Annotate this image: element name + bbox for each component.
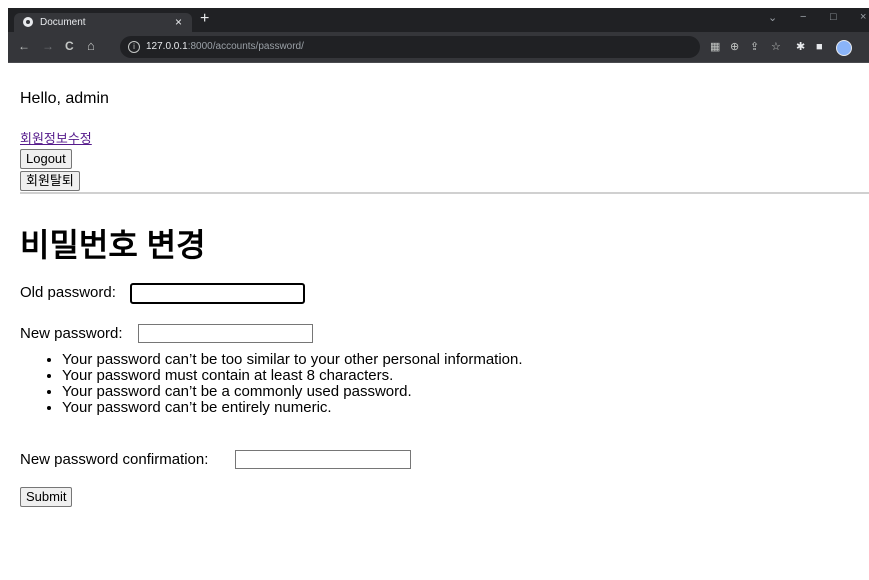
url-text: 127.0.0.1:8000/accounts/password/ — [146, 41, 304, 52]
new-password-input[interactable] — [138, 324, 313, 343]
zoom-icon[interactable]: ⊕ — [730, 42, 739, 53]
confirm-password-label: New password confirmation: — [20, 451, 209, 468]
url-host: 127.0.0.1 — [146, 41, 188, 52]
divider — [20, 192, 869, 194]
toolbar: ← → C ⌂ i 127.0.0.1:8000/accounts/passwo… — [8, 32, 869, 63]
forward-button[interactable]: → — [42, 40, 54, 52]
new-password-label: New password: — [20, 325, 123, 342]
close-window-button[interactable]: × — [860, 11, 866, 23]
browser-window: Document × + ⌄ − □ × ← → C ⌂ i 127.0.0.1… — [8, 8, 869, 580]
new-tab-button[interactable]: + — [200, 11, 209, 27]
withdraw-button[interactable]: 회원탈퇴 — [20, 171, 80, 191]
edit-profile-link[interactable]: 회원정보수정 — [20, 128, 92, 147]
share-icon[interactable]: ⇪ — [750, 42, 759, 53]
maximize-button[interactable]: □ — [830, 11, 837, 23]
tab-close-icon[interactable]: × — [175, 15, 182, 29]
url-path: :8000/accounts/password/ — [187, 41, 304, 52]
side-panel-icon[interactable]: ■ — [816, 42, 823, 53]
old-password-label: Old password: — [20, 284, 116, 301]
minimize-button[interactable]: − — [800, 11, 806, 23]
extensions-icon[interactable]: ✱ — [796, 42, 805, 53]
home-button[interactable]: ⌂ — [87, 39, 95, 52]
tab-strip: Document × + ⌄ − □ × — [8, 8, 869, 32]
page-title: 비밀번호 변경 — [20, 227, 206, 263]
tab-document[interactable]: Document × — [14, 13, 192, 32]
help-item: Your password can’t be entirely numeric. — [62, 400, 523, 416]
reload-button[interactable]: C — [65, 40, 74, 52]
submit-button[interactable]: Submit — [20, 487, 73, 507]
profile-avatar-icon[interactable] — [836, 40, 852, 56]
back-button[interactable]: ← — [18, 40, 30, 52]
confirm-password-input[interactable] — [235, 450, 411, 469]
password-help-list: Your password can’t be too similar to yo… — [48, 352, 523, 416]
favicon-icon — [23, 17, 33, 27]
address-bar[interactable]: i 127.0.0.1:8000/accounts/password/ — [120, 36, 700, 58]
page-content: Hello, admin 회원정보수정 Logout 회원탈퇴 비밀번호 변경 … — [8, 63, 869, 580]
translate-icon[interactable]: ▦ — [710, 42, 720, 53]
tab-title: Document — [40, 17, 86, 28]
help-item: Your password must contain at least 8 ch… — [62, 368, 523, 384]
help-item: Your password can’t be too similar to yo… — [62, 352, 523, 368]
old-password-input[interactable] — [130, 283, 305, 304]
tab-search-icon[interactable]: ⌄ — [768, 11, 777, 24]
bookmark-star-icon[interactable]: ☆ — [771, 42, 781, 53]
logout-button[interactable]: Logout — [20, 149, 72, 169]
greeting: Hello, admin — [20, 90, 109, 107]
site-info-icon[interactable]: i — [128, 41, 140, 53]
help-item: Your password can’t be a commonly used p… — [62, 384, 523, 400]
